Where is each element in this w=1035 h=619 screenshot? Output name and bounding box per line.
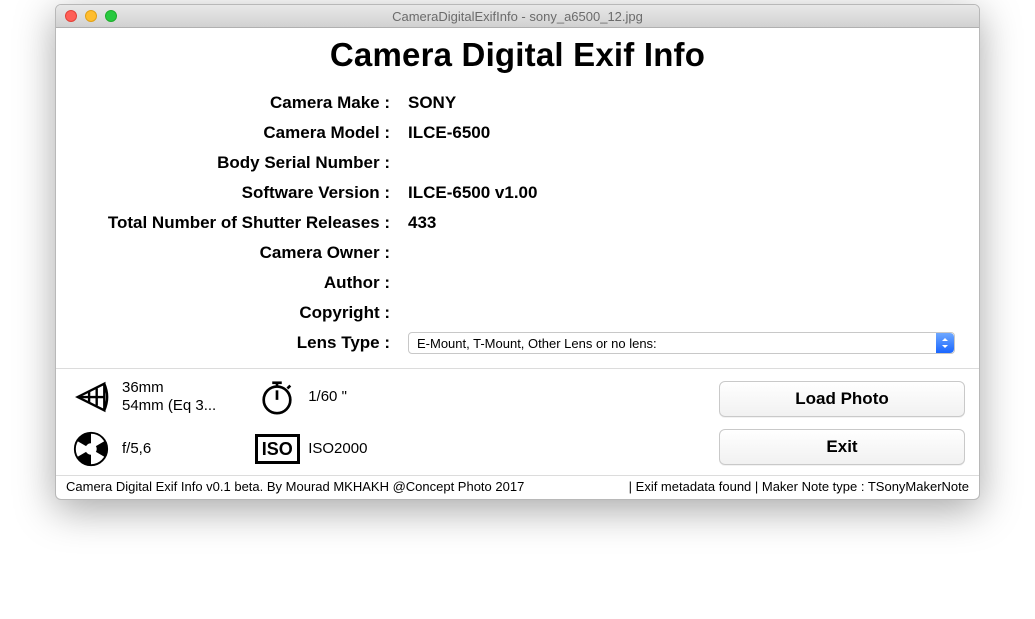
status-left: Camera Digital Exif Info v0.1 beta. By M… bbox=[66, 479, 524, 494]
button-column: Load Photo Exit bbox=[719, 377, 965, 469]
iso-value: ISO2000 bbox=[308, 440, 367, 458]
app-window: CameraDigitalExifInfo - sony_a6500_12.jp… bbox=[55, 4, 980, 500]
row-camera-model: Camera Model : ILCE-6500 bbox=[76, 118, 959, 148]
label-camera-owner: Camera Owner : bbox=[76, 243, 396, 263]
label-camera-make: Camera Make : bbox=[76, 93, 396, 113]
iso-badge: ISO bbox=[255, 434, 300, 464]
label-copyright: Copyright : bbox=[76, 303, 396, 323]
focal-row: 36mm 54mm (Eq 3... bbox=[70, 377, 216, 417]
shutter-text: 1/60 " bbox=[308, 388, 347, 406]
value-shutter-releases: 433 bbox=[396, 213, 436, 233]
iso-row: ISO ISO2000 bbox=[256, 429, 367, 469]
status-right: | Exif metadata found | Maker Note type … bbox=[629, 479, 969, 494]
label-lens-type: Lens Type : bbox=[76, 333, 396, 353]
label-software: Software Version : bbox=[76, 183, 396, 203]
label-body-serial: Body Serial Number : bbox=[76, 153, 396, 173]
focal-mm: 36mm bbox=[122, 379, 216, 397]
focal-eq: 54mm (Eq 3... bbox=[122, 397, 216, 415]
focal-aperture-block: 36mm 54mm (Eq 3... bbox=[70, 377, 216, 469]
aperture-icon bbox=[70, 430, 112, 468]
shutter-iso-block: 1/60 " ISO ISO2000 bbox=[256, 377, 367, 469]
label-camera-model: Camera Model : bbox=[76, 123, 396, 143]
row-software: Software Version : ILCE-6500 v1.00 bbox=[76, 178, 959, 208]
shutter-value: 1/60 " bbox=[308, 388, 347, 406]
aperture-row: f/5,6 bbox=[70, 429, 216, 469]
iso-text: ISO2000 bbox=[308, 440, 367, 458]
status-bar: Camera Digital Exif Info v0.1 beta. By M… bbox=[56, 475, 979, 499]
label-shutter-releases: Total Number of Shutter Releases : bbox=[76, 213, 396, 233]
row-lens-type: Lens Type : E-Mount, T-Mount, Other Lens… bbox=[76, 328, 959, 358]
shutter-row: 1/60 " bbox=[256, 377, 367, 417]
value-software: ILCE-6500 v1.00 bbox=[396, 183, 537, 203]
window-title: CameraDigitalExifInfo - sony_a6500_12.jp… bbox=[56, 9, 979, 24]
aperture-value: f/5,6 bbox=[122, 440, 151, 458]
row-body-serial: Body Serial Number : bbox=[76, 148, 959, 178]
page-title: Camera Digital Exif Info bbox=[56, 34, 979, 88]
exit-button[interactable]: Exit bbox=[719, 429, 965, 465]
load-photo-button[interactable]: Load Photo bbox=[719, 381, 965, 417]
summary-panel: 36mm 54mm (Eq 3... bbox=[56, 369, 979, 475]
row-camera-owner: Camera Owner : bbox=[76, 238, 959, 268]
exif-table: Camera Make : SONY Camera Model : ILCE-6… bbox=[56, 88, 979, 358]
row-shutter-releases: Total Number of Shutter Releases : 433 bbox=[76, 208, 959, 238]
lens-type-selected: E-Mount, T-Mount, Other Lens or no lens: bbox=[417, 336, 657, 351]
focal-text: 36mm 54mm (Eq 3... bbox=[122, 379, 216, 415]
lens-type-dropdown[interactable]: E-Mount, T-Mount, Other Lens or no lens: bbox=[408, 332, 955, 354]
content: Camera Digital Exif Info Camera Make : S… bbox=[56, 28, 979, 499]
angle-of-view-icon bbox=[70, 378, 112, 416]
row-camera-make: Camera Make : SONY bbox=[76, 88, 959, 118]
stopwatch-icon bbox=[256, 378, 298, 416]
aperture-text: f/5,6 bbox=[122, 440, 151, 458]
label-author: Author : bbox=[76, 273, 396, 293]
row-author: Author : bbox=[76, 268, 959, 298]
value-camera-make: SONY bbox=[396, 93, 456, 113]
iso-icon: ISO bbox=[256, 434, 298, 464]
row-copyright: Copyright : bbox=[76, 298, 959, 328]
value-camera-model: ILCE-6500 bbox=[396, 123, 490, 143]
titlebar: CameraDigitalExifInfo - sony_a6500_12.jp… bbox=[56, 5, 979, 28]
chevron-updown-icon bbox=[936, 333, 954, 353]
